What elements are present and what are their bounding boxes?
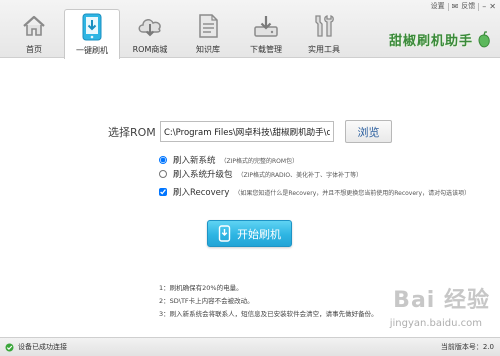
version-text: 当前版本号：2.0 [440, 343, 494, 351]
watermark-url: jingyan.baidu.com [389, 318, 482, 329]
checkbox-flash-recovery[interactable] [159, 188, 167, 196]
tab-label: 实用工具 [308, 45, 340, 54]
one-click-flash-panel: 选择ROM 浏览 刷入新系统 （ZIP格式的完整的ROM包） 刷入系统升级包 （… [0, 59, 500, 336]
tip-item: 1：刷机确保有20%的电量。 [159, 284, 243, 292]
tab-label: 一键刷机 [76, 46, 108, 55]
tools-icon [310, 12, 338, 40]
option-description: （ZIP格式的完整的ROM包） [220, 157, 299, 165]
rom-select-row: 选择ROM 浏览 [108, 120, 392, 143]
divider [447, 2, 449, 11]
tab-label: 下载管理 [250, 45, 282, 54]
option-label: 刷入系统升级包 [173, 170, 233, 180]
tip-item: 3：刷入新系统会将联系人，短信息及已安装软件会清空，请事先做好备份。 [159, 310, 378, 318]
watermark-logo: Bai 经验 [393, 288, 490, 313]
radio-flash-update-package[interactable] [159, 170, 167, 178]
brand-name: 甜椒刷机助手 [388, 34, 473, 49]
device-connected-icon [5, 343, 14, 351]
tab-rom-store[interactable]: ROM商城 [122, 9, 178, 58]
start-flash-label: 开始刷机 [237, 227, 281, 241]
tab-utilities[interactable]: 实用工具 [296, 9, 352, 58]
start-flash-button[interactable]: 开始刷机 [207, 220, 292, 247]
header-bar: 设置 ✉ 反馈 – ✕ 首页 一键刷机 ROM商城 知识库 下载管理 实用工具 … [0, 0, 500, 59]
tip-item: 2：SD\TF卡上内容不会被改动。 [159, 297, 254, 305]
brand-logo: 甜椒刷机助手 [389, 30, 492, 49]
document-icon [194, 12, 222, 40]
settings-button[interactable]: 设置 [431, 2, 445, 11]
option-description: （ZIP格式的RADIO、美化补丁、字体补丁等） [237, 171, 363, 179]
tab-label: 首页 [26, 45, 42, 54]
tab-download-manager[interactable]: 下载管理 [238, 9, 294, 58]
tab-one-click-flash[interactable]: 一键刷机 [64, 9, 120, 59]
option-label: 刷入新系统 [173, 156, 216, 166]
option-description: （如果您知道什么是Recovery，并且不想更换您当前使用的Recovery，请… [234, 189, 471, 197]
divider [478, 2, 480, 11]
baidu-watermark: Bai 经验 jingyan.baidu.com [390, 282, 490, 329]
tab-home[interactable]: 首页 [6, 9, 62, 58]
option-flash-recovery[interactable]: 刷入Recovery （如果您知道什么是Recovery，并且不想更换您当前使用… [159, 186, 470, 198]
tab-label: ROM商城 [132, 45, 168, 54]
option-label: 刷入Recovery [173, 188, 230, 198]
device-status: 设备已成功连接 [5, 342, 67, 352]
tab-label: 知识库 [196, 45, 220, 54]
close-icon[interactable]: ✕ [489, 2, 496, 11]
rom-label: 选择ROM [108, 125, 156, 139]
home-icon [20, 12, 48, 40]
option-flash-update-package[interactable]: 刷入系统升级包 （ZIP格式的RADIO、美化补丁、字体补丁等） [159, 168, 362, 180]
radio-flash-new-system[interactable] [159, 156, 167, 164]
main-nav: 首页 一键刷机 ROM商城 知识库 下载管理 实用工具 [6, 9, 352, 59]
status-bar: 设备已成功连接 当前版本号：2.0 [0, 337, 500, 356]
tab-knowledge-base[interactable]: 知识库 [180, 9, 236, 58]
feedback-button[interactable]: 反馈 [461, 2, 475, 11]
cloud-download-icon [136, 12, 164, 40]
tips-list: 1：刷机确保有20%的电量。 2：SD\TF卡上内容不会被改动。 3：刷入新系统… [159, 282, 378, 321]
minimize-icon[interactable]: – [482, 2, 486, 11]
download-manager-icon [252, 12, 280, 40]
window-controls: 设置 ✉ 反馈 – ✕ [431, 2, 496, 11]
pepper-icon [478, 30, 490, 47]
option-flash-new-system[interactable]: 刷入新系统 （ZIP格式的完整的ROM包） [159, 154, 298, 166]
rom-path-input[interactable] [160, 121, 334, 142]
feedback-icon[interactable]: ✉ [452, 2, 459, 11]
browse-button[interactable]: 浏览 [345, 120, 392, 143]
phone-download-icon [78, 13, 106, 41]
flash-phone-icon [218, 225, 231, 242]
device-status-text: 设备已成功连接 [18, 343, 67, 351]
